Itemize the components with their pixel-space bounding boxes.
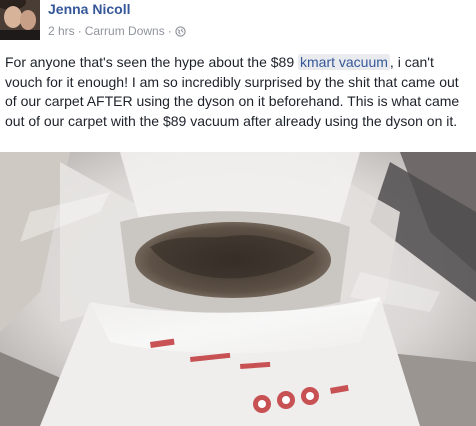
author-name[interactable]: Jenna Nicoll xyxy=(48,1,130,17)
post-text-start: For anyone that's seen the hype about th… xyxy=(5,54,298,70)
meta-separator: · xyxy=(167,24,172,38)
hashtag-link[interactable]: kmart vacuum xyxy=(298,54,390,70)
post-text: For anyone that's seen the hype about th… xyxy=(5,53,473,131)
avatar[interactable] xyxy=(0,0,40,40)
meta-separator: · xyxy=(77,24,82,38)
globe-icon[interactable] xyxy=(175,25,186,37)
post-photo[interactable] xyxy=(0,152,476,426)
post-location[interactable]: Carrum Downs xyxy=(85,24,165,38)
post-time[interactable]: 2 hrs xyxy=(48,24,75,38)
post-meta: 2 hrs · Carrum Downs · xyxy=(48,24,186,38)
facebook-post: Jenna Nicoll 2 hrs · Carrum Downs · For … xyxy=(0,0,476,426)
